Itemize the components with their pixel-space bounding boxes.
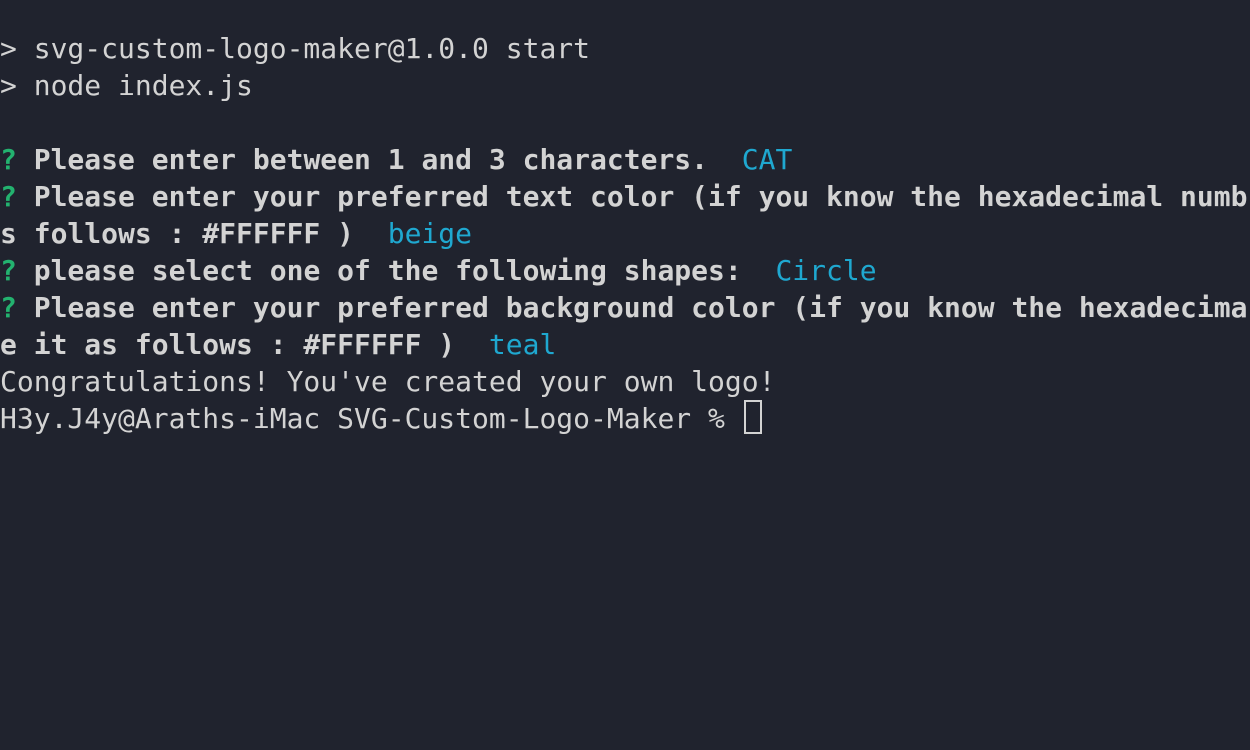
prompt-text-color-continued: s follows : #FFFFFF ) beige: [0, 215, 472, 252]
prompt-text-color-question-line1: Please enter your preferred text color (…: [33, 180, 1248, 213]
question-marker: ?: [0, 291, 17, 324]
npm-script-line: > svg-custom-logo-maker@1.0.0 start: [0, 32, 591, 65]
question-marker: ?: [0, 254, 17, 287]
prompt-bg-color-answer: teal: [488, 328, 557, 361]
prompt-characters: ? Please enter between 1 and 3 character…: [0, 141, 792, 178]
prompt-characters-answer: CAT: [741, 143, 793, 176]
terminal-window[interactable]: > svg-custom-logo-maker@1.0.0 start > no…: [0, 0, 1250, 750]
npm-command-line: > node index.js: [0, 69, 253, 102]
shell-prompt-line[interactable]: H3y.J4y@Araths-iMac SVG-Custom-Logo-Make…: [0, 400, 762, 437]
prompt-characters-question: Please enter between 1 and 3 characters.: [33, 143, 709, 176]
shell-prompt: H3y.J4y@Araths-iMac SVG-Custom-Logo-Make…: [0, 402, 725, 435]
prompt-bg-color-continued: e it as follows : #FFFFFF ) teal: [0, 326, 556, 363]
prompt-text-color-question-line2: s follows : #FFFFFF ): [0, 217, 355, 250]
text-cursor[interactable]: [743, 400, 762, 434]
question-marker: ?: [0, 143, 17, 176]
prompt-bg-color-question-line1: Please enter your preferred background c…: [33, 291, 1248, 324]
prompt-bg-color: ? Please enter your preferred background…: [0, 289, 1247, 326]
prompt-shape: ? please select one of the following sha…: [0, 252, 877, 289]
prompt-bg-color-question-line2: e it as follows : #FFFFFF ): [0, 328, 456, 361]
prompt-shape-answer: Circle: [775, 254, 877, 287]
question-marker: ?: [0, 180, 17, 213]
success-message: Congratulations! You've created your own…: [0, 365, 776, 398]
prompt-shape-question: please select one of the following shape…: [33, 254, 742, 287]
prompt-text-color: ? Please enter your preferred text color…: [0, 178, 1247, 215]
prompt-text-color-answer: beige: [387, 217, 473, 250]
